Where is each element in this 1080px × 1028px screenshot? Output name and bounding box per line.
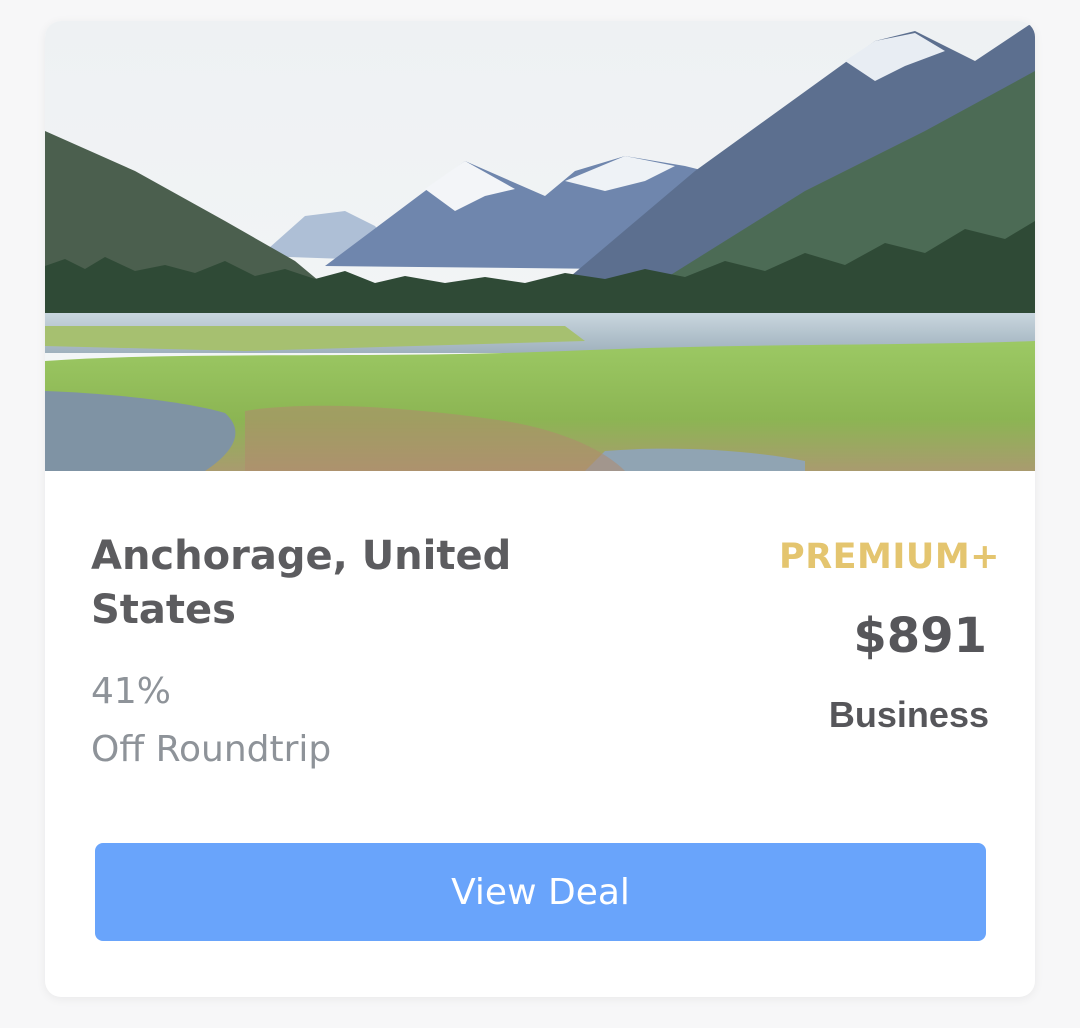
destination-photo bbox=[45, 21, 1035, 471]
tier-badge: PREMIUM+ bbox=[779, 537, 1000, 577]
discount-info: 41% Off Roundtrip bbox=[91, 663, 331, 779]
deal-card[interactable]: Anchorage, United States 41% Off Roundtr… bbox=[45, 21, 1035, 997]
cabin-class: Business bbox=[828, 694, 989, 735]
discount-label: Off Roundtrip bbox=[91, 729, 332, 770]
view-deal-button[interactable]: View Deal bbox=[95, 843, 986, 941]
price: $891 bbox=[853, 608, 987, 664]
discount-percent: 41% bbox=[91, 671, 172, 712]
destination-title: Anchorage, United States bbox=[91, 533, 512, 633]
